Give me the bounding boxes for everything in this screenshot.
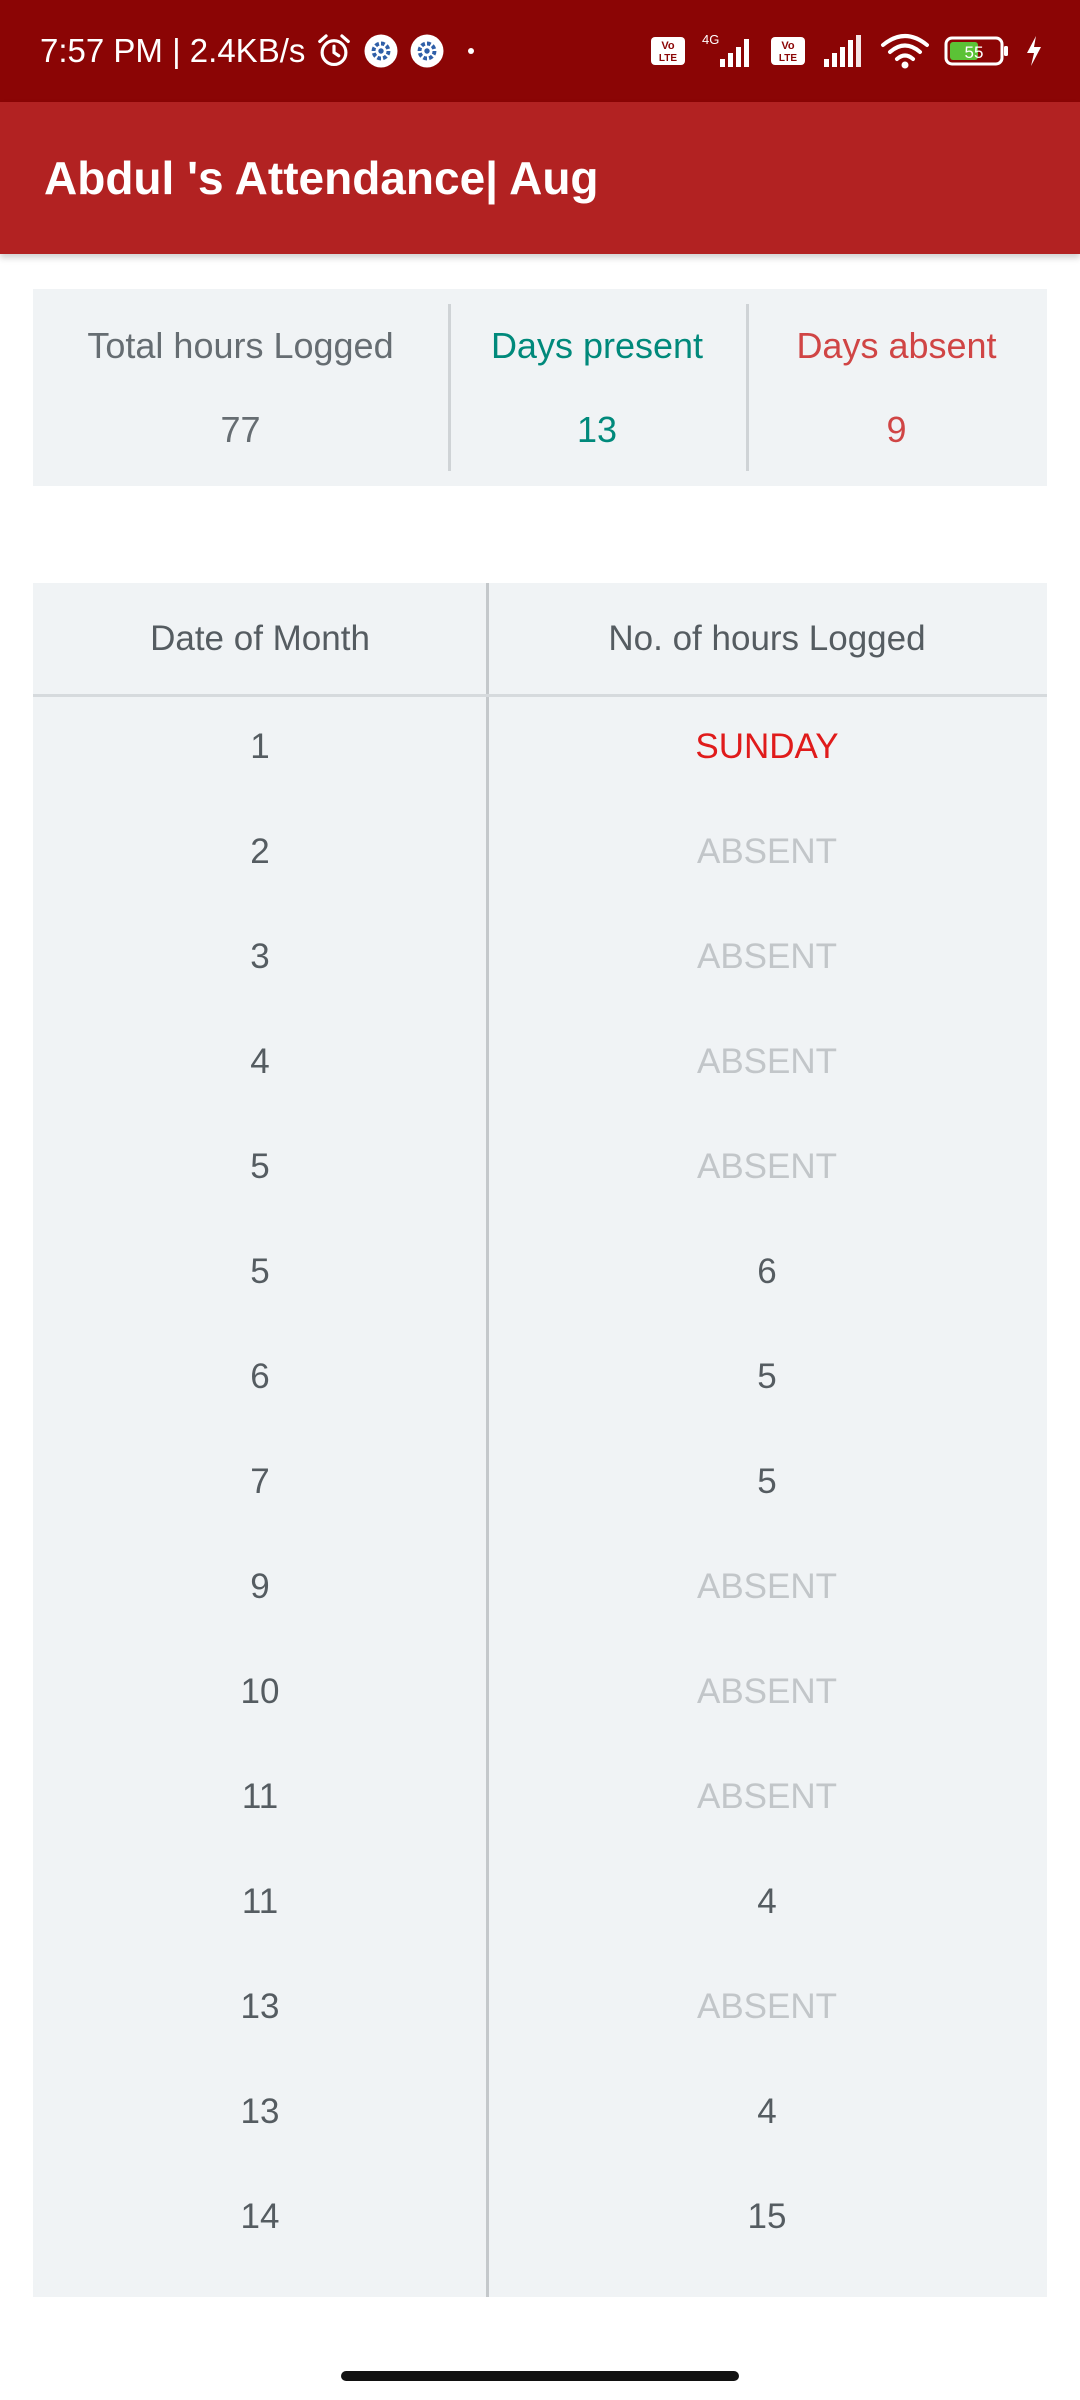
- total-hours-label: Total hours Logged: [87, 324, 394, 366]
- table-row: 65: [33, 1324, 1047, 1429]
- cell-hours-logged: ABSENT: [696, 1566, 838, 1606]
- cell-hours-logged: ABSENT: [696, 1776, 838, 1816]
- summary-total-hours: Total hours Logged 77: [33, 289, 448, 486]
- cell-date: 9: [250, 1566, 270, 1606]
- cell-date: 14: [240, 2196, 280, 2236]
- table-row: 4 ABSENT: [33, 1009, 1047, 1114]
- cell-hours-logged: ABSENT: [696, 1146, 838, 1186]
- table-header: Date of Month No. of hours Logged: [33, 583, 1047, 697]
- cell-date: 11: [241, 1881, 279, 1921]
- cell-hours-logged: 4: [757, 1881, 777, 1921]
- cell-date: 13: [240, 2091, 280, 2131]
- table-row: 11 4: [33, 1849, 1047, 1954]
- network-label: 4G: [702, 32, 719, 47]
- cell-hours-logged: ABSENT: [696, 1986, 838, 2026]
- days-present-label: Days present: [490, 324, 704, 366]
- attendance-table[interactable]: Date of Month No. of hours Logged 1 SUNDA…: [33, 583, 1047, 2297]
- app-bar: Abdul 's Attendance| Aug: [0, 102, 1080, 254]
- settings-icon: [409, 33, 445, 69]
- cell-date: 1: [250, 726, 270, 766]
- table-row: 13 ABSENT: [33, 1954, 1047, 2059]
- total-hours-value: 77: [220, 408, 261, 450]
- cell-date: 11: [241, 1776, 279, 1816]
- svg-text:LTE: LTE: [659, 53, 677, 64]
- cell-date: 5: [250, 1251, 270, 1291]
- table-row: 56: [33, 1219, 1047, 1324]
- table-row: 9 ABSENT: [33, 1534, 1047, 1639]
- table-row: 13 4: [33, 2059, 1047, 2164]
- summary-days-absent: Days absent 9: [746, 289, 1047, 486]
- attendance-summary: Total hours Logged 77 Days present 13 Da…: [33, 289, 1047, 486]
- status-left: 7:57 PM | 2.4KB/s: [40, 0, 485, 102]
- cell-date: 10: [240, 1671, 280, 1711]
- table-row: 3 ABSENT: [33, 904, 1047, 1009]
- days-present-value: 13: [576, 408, 618, 450]
- wifi-icon: [880, 31, 930, 71]
- status-time: 7:57 PM | 2.4KB/s: [40, 32, 306, 69]
- signal-icon: 4G: [700, 31, 756, 71]
- table-row: 14 15: [33, 2164, 1047, 2269]
- volte-badge-icon: Vo LTE: [650, 35, 686, 67]
- cell-hours-logged: ABSENT: [696, 1041, 838, 1081]
- svg-text:Vo: Vo: [781, 40, 795, 52]
- table-row: 10 ABSENT: [33, 1639, 1047, 1744]
- table-row: 2 ABSENT: [33, 799, 1047, 904]
- signal-icon: [820, 33, 866, 69]
- cell-date: 6: [250, 1356, 270, 1396]
- days-absent-label: Days absent: [796, 324, 997, 366]
- cell-hours-logged: 6: [757, 1251, 777, 1291]
- cell-hours-logged: 5: [757, 1461, 777, 1501]
- svg-text:Vo: Vo: [661, 40, 675, 52]
- cell-hours-logged: ABSENT: [696, 1671, 838, 1711]
- volte-badge-icon: Vo LTE: [770, 35, 806, 67]
- table-row: 11 ABSENT: [33, 1744, 1047, 1849]
- cell-date: 5: [250, 1146, 270, 1186]
- table-row: 5 ABSENT: [33, 1114, 1047, 1219]
- svg-text:LTE: LTE: [779, 53, 797, 64]
- table-row: 1 SUNDAY: [33, 694, 1047, 799]
- cell-date: 3: [250, 936, 270, 976]
- cell-date: 13: [240, 1986, 280, 2026]
- page-title: Abdul 's Attendance| Aug: [44, 152, 599, 204]
- battery-level: 55: [965, 43, 984, 62]
- header-date-of-month: Date of Month: [150, 618, 370, 658]
- header-hours-logged: No. of hours Logged: [608, 618, 926, 658]
- cell-hours-logged: 5: [757, 1356, 777, 1396]
- dot-icon: [455, 41, 485, 61]
- cell-hours-logged: SUNDAY: [695, 726, 839, 766]
- days-absent-value: 9: [886, 408, 907, 450]
- battery-icon: 55: [944, 34, 1010, 68]
- charging-icon: [1024, 34, 1044, 68]
- settings-icon: [363, 33, 399, 69]
- summary-days-present: Days present 13: [448, 289, 746, 486]
- cell-hours-logged: 4: [757, 2091, 777, 2131]
- cell-hours-logged: ABSENT: [696, 831, 838, 871]
- cell-date: 7: [250, 1461, 270, 1501]
- home-indicator[interactable]: [341, 2371, 739, 2381]
- alarm-icon: [315, 32, 353, 70]
- status-right: Vo LTE 4G Vo LTE 55: [650, 0, 1044, 102]
- cell-hours-logged: ABSENT: [696, 936, 838, 976]
- status-bar: 7:57 PM | 2.4KB/s Vo LTE 4G Vo LTE 55: [0, 0, 1080, 102]
- cell-date: 2: [250, 831, 270, 871]
- cell-date: 4: [250, 1041, 270, 1081]
- table-row: 75: [33, 1429, 1047, 1534]
- cell-hours-logged: 15: [747, 2196, 787, 2236]
